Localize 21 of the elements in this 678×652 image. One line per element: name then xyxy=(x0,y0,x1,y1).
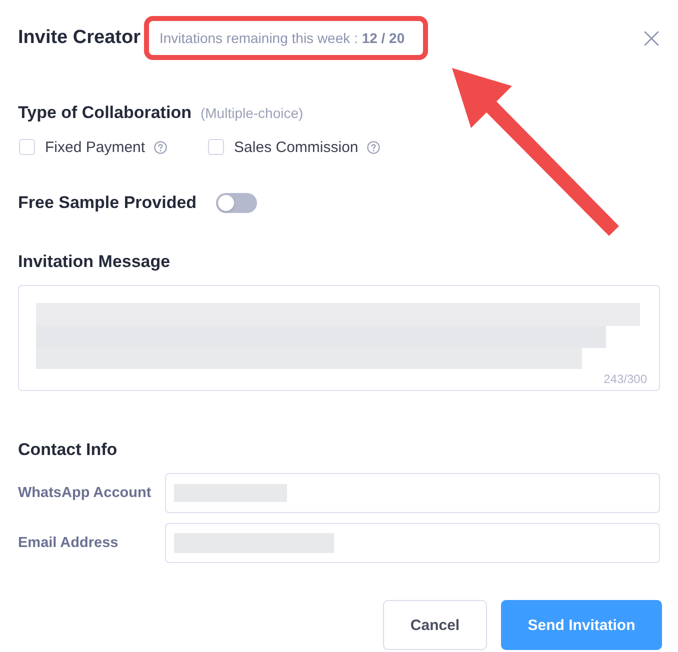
character-counter: 243/300 xyxy=(604,372,647,386)
field-label: WhatsApp Account xyxy=(18,485,152,501)
section-title: Invitation Message xyxy=(18,252,170,272)
cancel-button[interactable]: Cancel xyxy=(383,600,487,650)
checkbox[interactable] xyxy=(19,139,35,155)
quota-text: Invitations remaining this week : 12 / 20 xyxy=(159,30,405,46)
help-icon[interactable] xyxy=(154,140,168,154)
input-field[interactable] xyxy=(165,523,660,563)
checkbox-label[interactable]: Sales Commission xyxy=(234,138,358,156)
section-title: Type of Collaboration xyxy=(18,103,192,123)
hint-text: (Multiple-choice) xyxy=(200,105,304,121)
checkbox-label[interactable]: Fixed Payment xyxy=(45,138,146,156)
toggle-label: Free Sample Provided xyxy=(18,193,197,213)
input-field[interactable] xyxy=(165,473,660,513)
help-icon[interactable] xyxy=(367,140,380,154)
toggle-switch[interactable] xyxy=(216,193,257,213)
section-title: Contact Info xyxy=(18,440,118,460)
checkbox[interactable] xyxy=(208,139,224,155)
close-icon[interactable] xyxy=(644,30,659,46)
field-label: Email Address xyxy=(18,535,120,551)
dialog-title: Invite Creator xyxy=(18,27,140,49)
